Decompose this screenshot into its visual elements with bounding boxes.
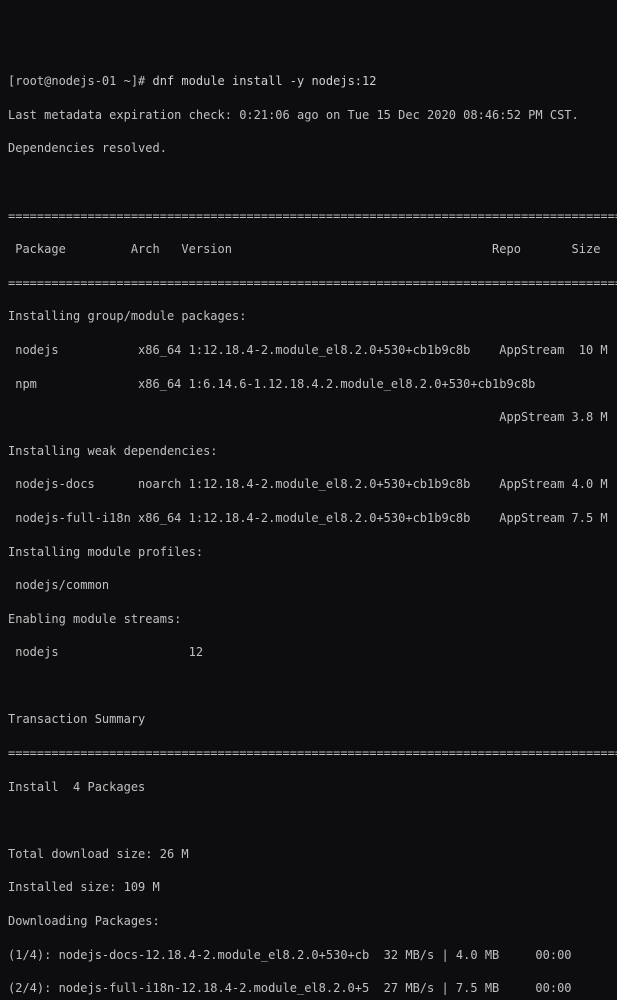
section-weak-deps-header: Installing weak dependencies: bbox=[8, 443, 609, 460]
table-row: AppStream 3.8 M bbox=[8, 409, 609, 426]
metadata-line: Last metadata expiration check: 0:21:06 … bbox=[8, 107, 609, 124]
installed-size-line: Installed size: 109 M bbox=[8, 879, 609, 896]
table-row: nodejs 12 bbox=[8, 644, 609, 661]
table-row: nodejs/common bbox=[8, 577, 609, 594]
command-text: dnf module install -y nodejs:12 bbox=[153, 74, 377, 88]
section-streams-header: Enabling module streams: bbox=[8, 611, 609, 628]
table-row: nodejs x86_64 1:12.18.4-2.module_el8.2.0… bbox=[8, 342, 609, 359]
blank-line bbox=[8, 812, 609, 829]
total-download-line: Total download size: 26 M bbox=[8, 846, 609, 863]
rule-summary: ========================================… bbox=[8, 745, 609, 762]
section-group-packages-header: Installing group/module packages: bbox=[8, 308, 609, 325]
rule-header: ========================================… bbox=[8, 275, 609, 292]
install-count-line: Install 4 Packages bbox=[8, 779, 609, 796]
blank-line bbox=[8, 678, 609, 695]
table-row: nodejs-docs noarch 1:12.18.4-2.module_el… bbox=[8, 476, 609, 493]
section-profiles-header: Installing module profiles: bbox=[8, 544, 609, 561]
table-row: npm x86_64 1:6.14.6-1.12.18.4.2.module_e… bbox=[8, 376, 609, 393]
blank-line bbox=[8, 174, 609, 191]
table-header-row: Package Arch Version Repo Size bbox=[8, 241, 609, 258]
rule-top: ========================================… bbox=[8, 208, 609, 225]
prompt-closer: ]# bbox=[131, 74, 153, 88]
deps-resolved-line: Dependencies resolved. bbox=[8, 140, 609, 157]
prompt-user-host: [root@nodejs-01 bbox=[8, 74, 124, 88]
downloading-header: Downloading Packages: bbox=[8, 913, 609, 930]
prompt-tilde: ~ bbox=[124, 74, 131, 88]
download-row: (2/4): nodejs-full-i18n-12.18.4-2.module… bbox=[8, 980, 609, 997]
download-row: (1/4): nodejs-docs-12.18.4-2.module_el8.… bbox=[8, 947, 609, 964]
table-row: nodejs-full-i18n x86_64 1:12.18.4-2.modu… bbox=[8, 510, 609, 527]
transaction-summary-header: Transaction Summary bbox=[8, 711, 609, 728]
prompt-line: [root@nodejs-01 ~]# dnf module install -… bbox=[8, 73, 609, 90]
